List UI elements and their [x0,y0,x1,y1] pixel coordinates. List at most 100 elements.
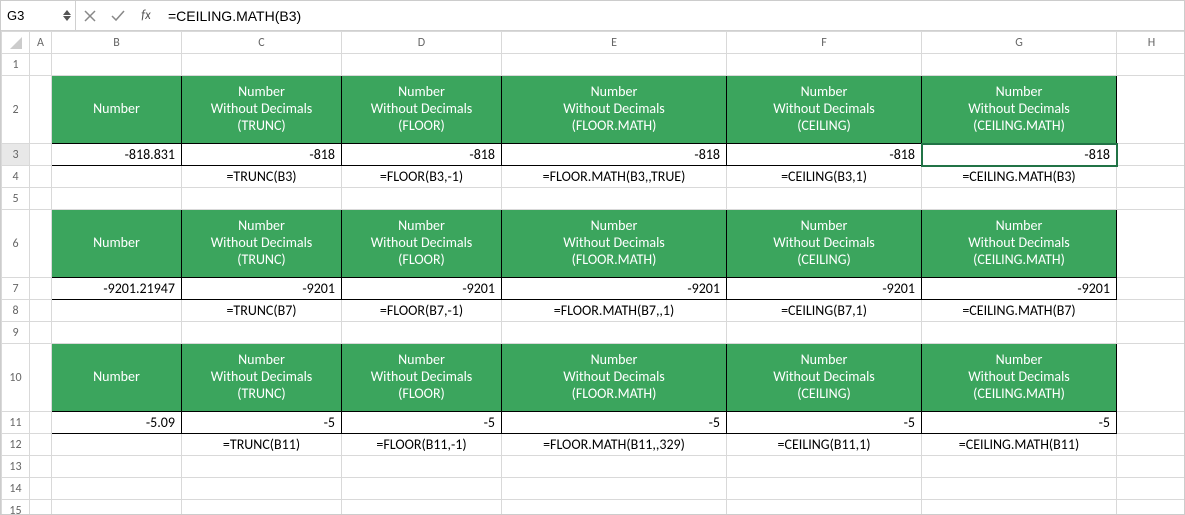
cell-C6[interactable]: Number Without Decimals (TRUNC) [182,210,342,278]
cell-A9[interactable] [30,322,52,344]
cell-B11[interactable]: -5.09 [52,412,182,434]
cell-B14[interactable] [52,478,182,500]
row-header-8[interactable]: 8 [2,300,30,322]
cell-A14[interactable] [30,478,52,500]
cell-F1[interactable] [727,54,922,76]
cell-B15[interactable] [52,500,182,515]
select-all-corner[interactable] [2,32,30,54]
cell-E2[interactable]: Number Without Decimals (FLOOR.MATH) [502,76,727,144]
cell-C2[interactable]: Number Without Decimals (TRUNC) [182,76,342,144]
cell-E11[interactable]: -5 [502,412,727,434]
cell-G8[interactable]: =CEILING.MATH(B7) [922,300,1117,322]
column-header-G[interactable]: G [922,32,1117,54]
row-header-7[interactable]: 7 [2,278,30,300]
row-header-3[interactable]: 3 [2,144,30,166]
cell-G5[interactable] [922,188,1117,210]
cell-C14[interactable] [182,478,342,500]
cell-E7[interactable]: -9201 [502,278,727,300]
cell-E12[interactable]: =FLOOR.MATH(B11,,329) [502,434,727,456]
cell-A6[interactable] [30,210,52,278]
cell-E8[interactable]: =FLOOR.MATH(B7,,1) [502,300,727,322]
cell-A7[interactable] [30,278,52,300]
cell-C11[interactable]: -5 [182,412,342,434]
row-header-11[interactable]: 11 [2,412,30,434]
cell-H10[interactable] [1117,344,1185,412]
cell-D12[interactable]: =FLOOR(B11,-1) [342,434,502,456]
cancel-formula-button[interactable] [76,1,104,30]
cell-G15[interactable] [922,500,1117,515]
cell-C8[interactable]: =TRUNC(B7) [182,300,342,322]
cell-C5[interactable] [182,188,342,210]
cell-E10[interactable]: Number Without Decimals (FLOOR.MATH) [502,344,727,412]
cell-B13[interactable] [52,456,182,478]
column-header-A[interactable]: A [30,32,52,54]
cell-C13[interactable] [182,456,342,478]
cell-H15[interactable] [1117,500,1185,515]
cell-F9[interactable] [727,322,922,344]
cell-G1[interactable] [922,54,1117,76]
cell-A8[interactable] [30,300,52,322]
cell-F2[interactable]: Number Without Decimals (CEILING) [727,76,922,144]
cell-H5[interactable] [1117,188,1185,210]
cell-B2[interactable]: Number [52,76,182,144]
cell-F11[interactable]: -5 [727,412,922,434]
cell-D7[interactable]: -9201 [342,278,502,300]
cell-A5[interactable] [30,188,52,210]
cell-D8[interactable]: =FLOOR(B7,-1) [342,300,502,322]
column-header-F[interactable]: F [727,32,922,54]
row-header-1[interactable]: 1 [2,54,30,76]
cell-H1[interactable] [1117,54,1185,76]
cell-G7[interactable]: -9201 [922,278,1117,300]
row-header-12[interactable]: 12 [2,434,30,456]
cell-H4[interactable] [1117,166,1185,188]
row-header-4[interactable]: 4 [2,166,30,188]
cell-B1[interactable] [52,54,182,76]
cell-E3[interactable]: -818 [502,144,727,166]
cell-D11[interactable]: -5 [342,412,502,434]
cell-E5[interactable] [502,188,727,210]
cell-D6[interactable]: Number Without Decimals (FLOOR) [342,210,502,278]
cell-C15[interactable] [182,500,342,515]
cell-F5[interactable] [727,188,922,210]
cell-D15[interactable] [342,500,502,515]
cell-A11[interactable] [30,412,52,434]
cell-B12[interactable] [52,434,182,456]
cell-B10[interactable]: Number [52,344,182,412]
cell-B4[interactable] [52,166,182,188]
cell-F13[interactable] [727,456,922,478]
cell-E1[interactable] [502,54,727,76]
cell-H12[interactable] [1117,434,1185,456]
cell-H8[interactable] [1117,300,1185,322]
cell-F7[interactable]: -9201 [727,278,922,300]
column-header-C[interactable]: C [182,32,342,54]
row-header-6[interactable]: 6 [2,210,30,278]
cell-F10[interactable]: Number Without Decimals (CEILING) [727,344,922,412]
cell-A12[interactable] [30,434,52,456]
cell-G9[interactable] [922,322,1117,344]
cell-D13[interactable] [342,456,502,478]
cell-D10[interactable]: Number Without Decimals (FLOOR) [342,344,502,412]
row-header-13[interactable]: 13 [2,456,30,478]
row-header-2[interactable]: 2 [2,76,30,144]
cell-C9[interactable] [182,322,342,344]
cell-B9[interactable] [52,322,182,344]
cell-E13[interactable] [502,456,727,478]
cell-A15[interactable] [30,500,52,515]
cell-H6[interactable] [1117,210,1185,278]
cell-B6[interactable]: Number [52,210,182,278]
cell-B7[interactable]: -9201.21947 [52,278,182,300]
cell-B3[interactable]: -818.831 [52,144,182,166]
cell-H13[interactable] [1117,456,1185,478]
cell-D14[interactable] [342,478,502,500]
formula-input[interactable] [160,8,1184,24]
cell-B5[interactable] [52,188,182,210]
cell-F12[interactable]: =CEILING(B11,1) [727,434,922,456]
row-header-9[interactable]: 9 [2,322,30,344]
cell-H9[interactable] [1117,322,1185,344]
cell-H3[interactable] [1117,144,1185,166]
cell-E9[interactable] [502,322,727,344]
cell-D4[interactable]: =FLOOR(B3,-1) [342,166,502,188]
cell-E4[interactable]: =FLOOR.MATH(B3,,TRUE) [502,166,727,188]
cell-F4[interactable]: =CEILING(B3,1) [727,166,922,188]
cell-E15[interactable] [502,500,727,515]
